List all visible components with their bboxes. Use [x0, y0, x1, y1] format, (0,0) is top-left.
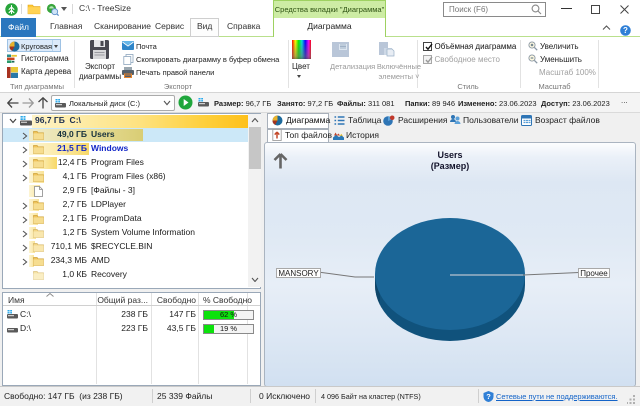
- svg-text:?: ?: [486, 392, 491, 401]
- svg-text:?: ?: [623, 26, 628, 35]
